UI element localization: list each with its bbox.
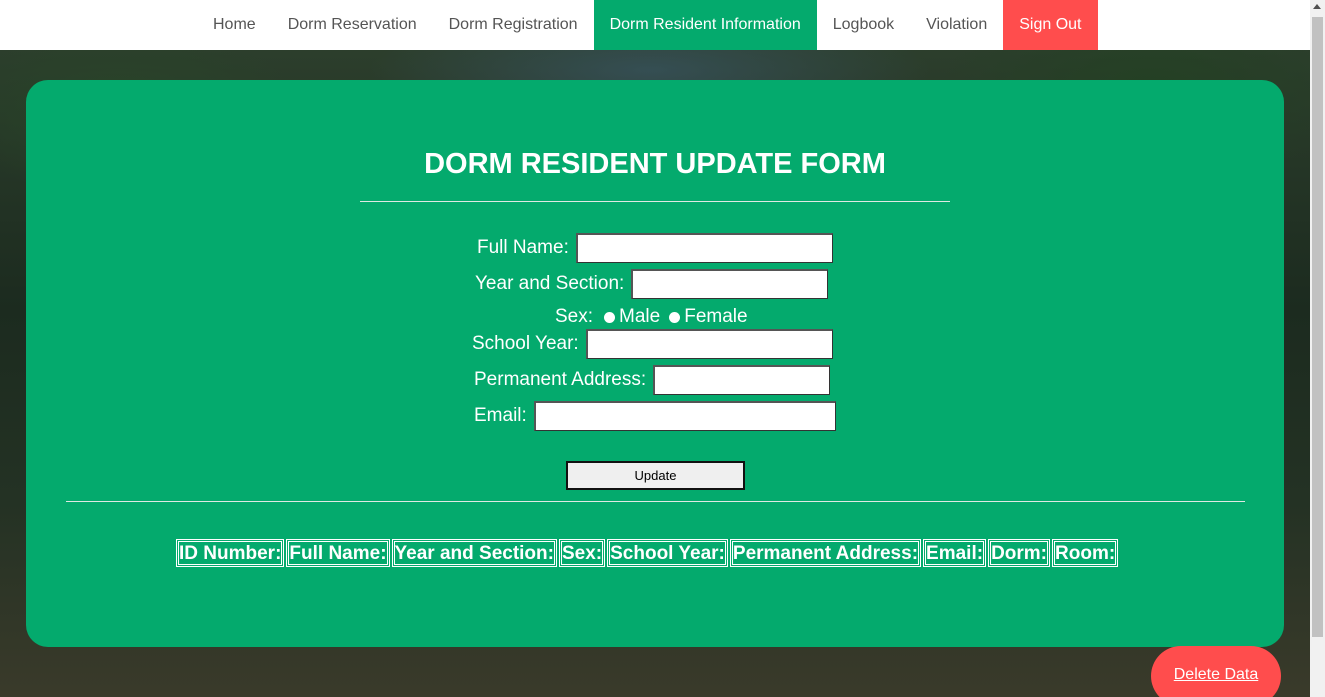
th-permanent-address: Permanent Address: xyxy=(729,539,922,567)
male-radio[interactable] xyxy=(604,311,616,323)
update-button[interactable]: Update xyxy=(566,461,745,490)
female-radio[interactable] xyxy=(669,311,681,323)
th-dorm: Dorm: xyxy=(988,539,1051,567)
form-title: DORM RESIDENT UPDATE FORM xyxy=(424,148,886,180)
male-label: Male xyxy=(619,306,661,327)
full-name-label: Full Name: xyxy=(477,237,569,258)
update-form-panel: DORM RESIDENT UPDATE FORM Full Name: Yea… xyxy=(26,80,1284,647)
delete-data-button[interactable]: Delete Data xyxy=(1151,646,1281,697)
nav-item-dorm-reservation[interactable]: Dorm Reservation xyxy=(272,0,433,50)
full-name-input[interactable] xyxy=(575,233,833,263)
title-divider xyxy=(360,201,950,202)
full-name-row: Full Name: xyxy=(477,233,833,263)
scroll-up-arrow-icon[interactable] xyxy=(1313,4,1321,9)
th-sex: Sex: xyxy=(558,539,606,567)
th-school-year: School Year: xyxy=(607,539,728,567)
nav-item-violation[interactable]: Violation xyxy=(910,0,1003,50)
section-divider xyxy=(66,501,1245,502)
sex-option-male[interactable]: Male xyxy=(604,306,660,328)
th-full-name: Full Name: xyxy=(286,539,390,567)
year-section-input[interactable] xyxy=(631,269,829,299)
year-section-label: Year and Section: xyxy=(475,273,625,294)
sex-row: Sex: Male Female xyxy=(555,305,757,329)
nav-menu: Home Dorm Reservation Dorm Registration … xyxy=(197,0,1098,50)
th-year-section: Year and Section: xyxy=(391,539,557,567)
nav-item-sign-out[interactable]: Sign Out xyxy=(1003,0,1098,50)
th-id-number: ID Number: xyxy=(176,539,285,567)
sex-option-female[interactable]: Female xyxy=(669,306,748,328)
school-year-input[interactable] xyxy=(585,329,833,359)
top-navbar: Home Dorm Reservation Dorm Registration … xyxy=(0,0,1310,50)
school-year-label: School Year: xyxy=(472,333,579,354)
email-label: Email: xyxy=(474,405,527,426)
address-label: Permanent Address: xyxy=(474,369,647,390)
nav-item-logbook[interactable]: Logbook xyxy=(817,0,910,50)
address-row: Permanent Address: xyxy=(474,365,831,395)
year-section-row: Year and Section: xyxy=(475,269,829,299)
resident-table-header: ID Number: Full Name: Year and Section: … xyxy=(176,539,1120,567)
page-scrollbar[interactable] xyxy=(1310,0,1325,697)
nav-item-dorm-resident-information[interactable]: Dorm Resident Information xyxy=(593,0,817,50)
nav-item-dorm-registration[interactable]: Dorm Registration xyxy=(433,0,594,50)
school-year-row: School Year: xyxy=(472,329,833,359)
sex-label: Sex: xyxy=(555,306,594,327)
email-row: Email: xyxy=(474,401,836,431)
th-room: Room: xyxy=(1052,539,1119,567)
address-input[interactable] xyxy=(653,365,831,395)
th-email: Email: xyxy=(923,539,987,567)
female-label: Female xyxy=(684,306,748,327)
scroll-thumb[interactable] xyxy=(1312,17,1323,637)
email-input[interactable] xyxy=(533,401,836,431)
nav-item-home[interactable]: Home xyxy=(197,0,272,50)
